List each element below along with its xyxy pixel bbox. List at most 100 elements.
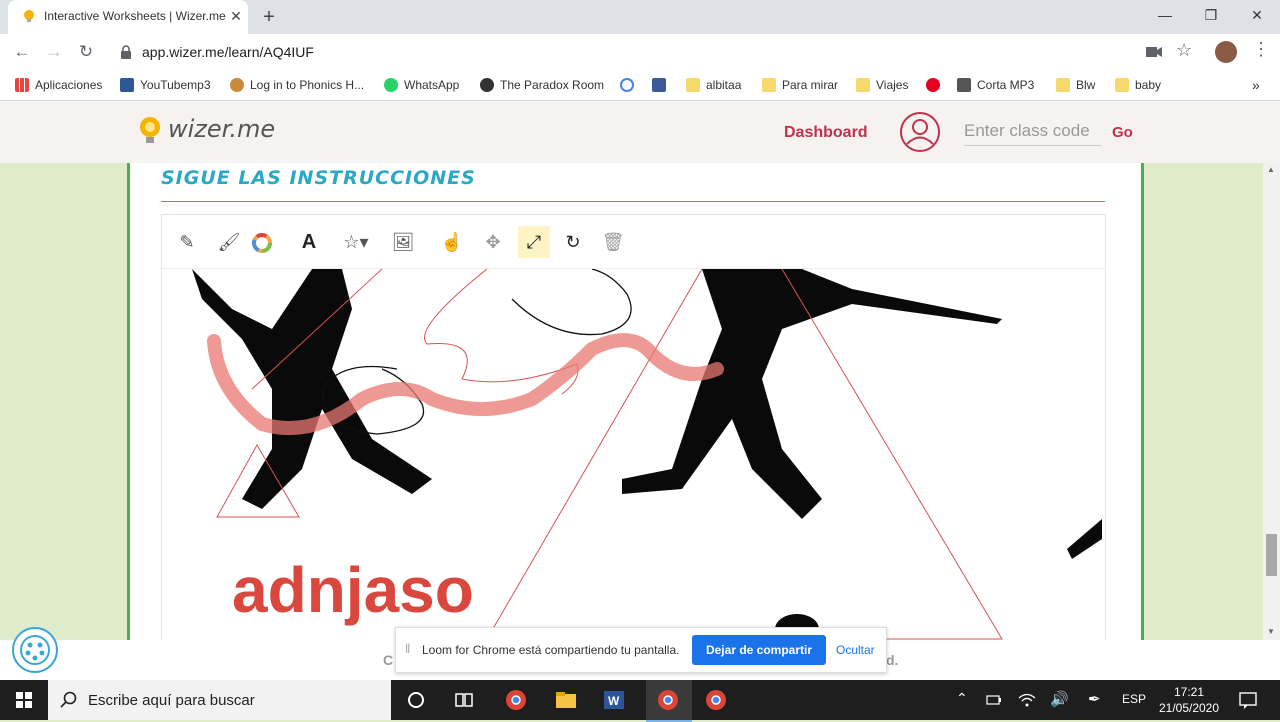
dashboard-link[interactable]: Dashboard [784,124,868,142]
volume-icon[interactable]: 🔊 [1050,690,1069,708]
new-tab-icon[interactable]: + [258,6,280,28]
menu-icon[interactable]: ⋮ [1252,39,1270,60]
url-text: app.wizer.me/learn/AQ4IUF [142,44,314,60]
camera-icon[interactable] [1146,45,1162,59]
folder-icon [762,78,776,92]
wizer-header: wizer.me Dashboard Enter class code Go [0,101,1280,163]
folder-icon [1056,78,1070,92]
clock-date: 21/05/2020 [1158,701,1220,715]
image-tool-icon[interactable]: 🖼 [387,226,419,258]
youtubemp3-icon [120,78,134,92]
user-avatar-icon[interactable] [899,111,941,153]
obscured-text-left: C [383,652,394,668]
browser-toolbar: ← → ↻ app.wizer.me/learn/AQ4IUF ☆ ⋮ [0,34,1280,70]
windows-start-icon[interactable] [0,680,48,720]
address-bar[interactable]: app.wizer.me/learn/AQ4IUF [110,37,1210,67]
expand-icon[interactable]: ⤢ [518,226,550,258]
drawing-toolbar: ✎ 🖌 A ☆▾ 🖼 ☝ ✥ ⤢ ↻ 🗑 [162,215,1105,269]
heading-divider [161,201,1105,202]
whatsapp-icon [384,78,398,92]
redo-icon[interactable]: ↻ [557,226,589,258]
bookmark-corta-mp3[interactable]: Corta MP3 [957,76,1034,94]
hand-pointer-icon[interactable]: ☝ [436,226,468,258]
loom-message: Loom for Chrome está compartiendo tu pan… [422,643,680,657]
bookmark-youtubemp3[interactable]: YouTubemp3 [120,76,211,94]
chrome-profile-icon[interactable] [656,688,680,712]
bookmark-paradox-room[interactable]: The Paradox Room [480,76,604,94]
pen-ink-icon[interactable]: ✒ [1088,690,1101,708]
bookmark-apps[interactable]: Aplicaciones [15,76,102,94]
window-close-icon[interactable]: ✕ [1234,0,1280,30]
obscured-text-right: d. [886,652,899,668]
taskbar-search-box[interactable]: Escribe aquí para buscar [48,680,391,720]
scroll-down-icon[interactable]: ▼ [1267,627,1275,636]
minimize-icon[interactable]: — [1142,0,1188,30]
instructions-heading: SIGUE LAS INSTRUCCIONES [161,167,476,189]
move-arrows-icon[interactable]: ✥ [477,226,509,258]
language-indicator[interactable]: ESP [1122,692,1146,706]
browser-tab[interactable]: Interactive Worksheets | Wizer.me ✕ [8,0,248,34]
accessibility-button-icon[interactable] [12,627,58,673]
bookmark-para-mirar[interactable]: Para mirar [762,76,838,94]
forward-icon[interactable]: → [42,40,66,64]
word-icon[interactable]: W [602,688,626,712]
restore-icon[interactable]: ❐ [1188,0,1234,30]
bookmark-albitaa[interactable]: albitaa [686,76,741,94]
apps-grid-icon [15,78,29,92]
paradox-icon [480,78,494,92]
back-icon[interactable]: ← [10,40,34,64]
bookmark-facebook[interactable] [652,76,666,94]
worksheet-card: SIGUE LAS INSTRUCCIONES ✎ 🖌 A ☆▾ 🖼 ☝ ✥ ⤢… [127,163,1144,646]
bookmark-phonics[interactable]: Log in to Phonics H... [230,76,364,94]
bookmark-star-icon[interactable]: ☆ [1176,40,1192,61]
stop-sharing-button[interactable]: Dejar de compartir [692,635,826,665]
windows-taskbar: Escribe aquí para buscar W ⌃ 🔊 ✒ ESP 17:… [0,680,1280,722]
chrome-icon[interactable] [504,688,528,712]
clock[interactable]: 17:21 21/05/2020 [1158,684,1220,716]
go-button[interactable]: Go [1112,124,1133,141]
brush-tool-icon[interactable]: 🖌 [213,226,245,258]
close-tab-icon[interactable]: ✕ [226,6,246,26]
trash-icon[interactable]: 🗑 [597,226,629,258]
folder-icon [686,78,700,92]
shapes-star-icon[interactable]: ☆▾ [336,226,376,258]
wizer-logo[interactable]: wizer.me [168,115,275,143]
more-bookmarks-icon[interactable]: » [1252,76,1260,94]
reload-icon[interactable]: ↻ [74,40,98,64]
phonics-icon [230,78,244,92]
bookmark-google[interactable] [620,76,634,94]
bookmarks-bar: Aplicaciones YouTubemp3 Log in to Phonic… [0,70,1280,101]
notifications-icon[interactable] [1238,690,1258,710]
battery-icon[interactable] [986,693,1002,707]
pencil-tool-icon[interactable]: ✎ [171,226,203,258]
tray-up-arrow-icon[interactable]: ⌃ [956,690,968,707]
scrollbar-thumb[interactable] [1266,534,1277,576]
tab-title: Interactive Worksheets | Wizer.me [44,9,226,23]
bookmark-pinterest[interactable] [926,76,940,94]
task-view-icon[interactable] [452,688,476,712]
text-tool-icon[interactable]: A [293,226,325,258]
color-wheel-icon[interactable] [252,233,272,253]
bookmark-baby[interactable]: baby [1115,76,1161,94]
scroll-up-icon[interactable]: ▲ [1267,165,1275,174]
bookmark-viajes[interactable]: Viajes [856,76,908,94]
folder-icon [1115,78,1129,92]
class-code-input[interactable]: Enter class code [964,121,1102,146]
page-scrollbar[interactable]: ▲ ▼ [1263,163,1280,640]
search-placeholder: Escribe aquí para buscar [88,692,255,709]
clock-time: 17:21 [1173,685,1205,699]
chrome-app-icon[interactable] [704,688,728,712]
pinterest-icon [926,78,940,92]
bookmark-blw[interactable]: Blw [1056,76,1095,94]
file-explorer-icon[interactable] [554,688,578,712]
bookmark-whatsapp[interactable]: WhatsApp [384,76,459,94]
drag-handle-icon[interactable]: ‖ [405,641,410,656]
hide-link[interactable]: Ocultar [836,643,875,657]
search-icon [60,691,77,708]
drawing-widget: ✎ 🖌 A ☆▾ 🖼 ☝ ✥ ⤢ ↻ 🗑 adnjaso [161,214,1106,646]
drawing-canvas[interactable]: adnjaso [162,269,1105,645]
wifi-icon[interactable] [1018,692,1036,708]
profile-avatar[interactable] [1215,41,1237,63]
facebook-icon [652,78,666,92]
cortana-icon[interactable] [404,688,428,712]
